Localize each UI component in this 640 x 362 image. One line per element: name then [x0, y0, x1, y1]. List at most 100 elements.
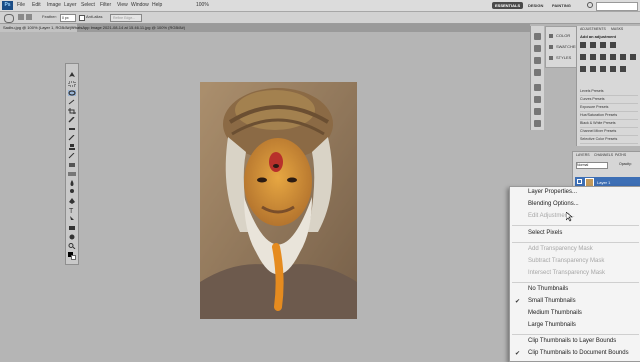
- menu-clip-thumbnails-document-bounds[interactable]: Clip Thumbnails to Document Bounds: [528, 350, 629, 356]
- hue-saturation-icon[interactable]: [590, 54, 596, 60]
- character-icon[interactable]: [534, 69, 541, 76]
- black-white-icon[interactable]: [610, 54, 616, 60]
- menu-small-thumbnails[interactable]: Small Thumbnails: [528, 298, 576, 304]
- refine-edge-button[interactable]: Refine Edge...: [110, 14, 142, 22]
- menu-blending-options[interactable]: Blending Options...: [528, 201, 579, 207]
- lasso-tool-icon[interactable]: [4, 14, 14, 23]
- marquee-tool-icon[interactable]: [68, 81, 76, 87]
- menu-window[interactable]: Window: [131, 2, 149, 8]
- feather-input[interactable]: 0 px: [60, 14, 76, 22]
- history-brush-tool-icon[interactable]: [68, 153, 76, 159]
- vibrance-icon[interactable]: [580, 54, 586, 60]
- tab-channels[interactable]: CHANNELS: [594, 153, 613, 157]
- dodge-tool-icon[interactable]: [68, 189, 76, 195]
- menu-select-pixels[interactable]: Select Pixels: [528, 230, 562, 236]
- shape-tool-icon[interactable]: [68, 225, 76, 231]
- clone-stamp-tool-icon[interactable]: [68, 144, 76, 150]
- eye-icon[interactable]: [577, 179, 582, 184]
- feather-label: Feather:: [42, 14, 57, 19]
- posterize-icon[interactable]: [590, 66, 596, 72]
- menu-help[interactable]: Help: [152, 2, 162, 8]
- selective-color-icon[interactable]: [620, 66, 626, 72]
- new-selection-icon[interactable]: [18, 14, 24, 20]
- document-image[interactable]: [200, 82, 357, 319]
- menu-edit[interactable]: Edit: [32, 2, 41, 8]
- doc-tab-sadhu[interactable]: Sadhu.jpg @ 100% (Layer 1, RGB/8#) *: [0, 24, 77, 32]
- preset-channel-mixer[interactable]: Channel Mixer Presets: [580, 128, 638, 136]
- color-tab[interactable]: COLOR: [556, 33, 570, 38]
- tab-paths[interactable]: PATHS: [615, 153, 626, 157]
- workspace-painting[interactable]: PAINTING: [549, 2, 574, 9]
- crop-tool-icon[interactable]: [68, 108, 76, 114]
- color-balance-icon[interactable]: [600, 54, 606, 60]
- path-selection-tool-icon[interactable]: [68, 216, 76, 222]
- menu-view[interactable]: View: [117, 2, 128, 8]
- pen-tool-icon[interactable]: [68, 198, 76, 204]
- tool-presets-icon[interactable]: [534, 120, 541, 127]
- menu-filter[interactable]: Filter: [100, 2, 111, 8]
- hand-tool-icon[interactable]: [68, 234, 76, 240]
- menu-file[interactable]: File: [17, 2, 25, 8]
- preset-selective-color[interactable]: Selective Color Presets: [580, 136, 638, 144]
- blend-mode-select[interactable]: Normal: [576, 162, 608, 169]
- menu-layer-properties[interactable]: Layer Properties...: [528, 189, 577, 195]
- menu-medium-thumbnails[interactable]: Medium Thumbnails: [528, 310, 582, 316]
- actions-icon[interactable]: [534, 45, 541, 52]
- channel-mixer-icon[interactable]: [630, 54, 636, 60]
- brightness-contrast-icon[interactable]: [580, 42, 586, 48]
- add-selection-icon[interactable]: [26, 14, 32, 20]
- type-tool-icon[interactable]: T: [68, 207, 76, 213]
- move-tool-icon[interactable]: [68, 72, 76, 78]
- tab-adjustments[interactable]: ADJUSTMENTS: [580, 27, 606, 31]
- swatches-tab[interactable]: SWATCHES: [556, 44, 578, 49]
- background-color-swatch[interactable]: [71, 255, 76, 260]
- search-icon[interactable]: [587, 2, 593, 8]
- layer-name[interactable]: Layer 1: [597, 180, 610, 185]
- invert-icon[interactable]: [580, 66, 586, 72]
- workspace-design[interactable]: DESIGN: [525, 2, 546, 9]
- tab-masks[interactable]: MASKS: [611, 27, 623, 31]
- menu-image[interactable]: Image: [47, 2, 61, 8]
- feather-value: 0 px: [62, 16, 69, 20]
- blur-tool-icon[interactable]: [68, 180, 76, 186]
- doc-tab-whatsapp[interactable]: WhatsApp Image 2021-08-14 at 15.46.11.jp…: [68, 24, 188, 32]
- color-swatches-panel: COLOR SWATCHES STYLES: [545, 26, 578, 68]
- preset-black-white[interactable]: Black & White Presets: [580, 120, 638, 128]
- photo-filter-icon[interactable]: [620, 54, 626, 60]
- styles-tab[interactable]: STYLES: [556, 55, 571, 60]
- info-icon[interactable]: [534, 84, 541, 91]
- adjustments-title: Add an adjustment: [580, 34, 617, 39]
- preset-exposure[interactable]: Exposure Presets: [580, 104, 638, 112]
- menu-subtract-transparency-mask: Subtract Transparency Mask: [528, 258, 605, 264]
- quick-select-tool-icon[interactable]: [68, 99, 76, 105]
- preset-hue-saturation[interactable]: Hue/Saturation Presets: [580, 112, 638, 120]
- gradient-map-icon[interactable]: [610, 66, 616, 72]
- menu-select[interactable]: Select: [81, 2, 95, 8]
- antialias-checkbox[interactable]: [79, 15, 85, 21]
- preset-levels[interactable]: Levels Presets: [580, 88, 638, 96]
- history-icon[interactable]: [534, 33, 541, 40]
- gradient-tool-icon[interactable]: [68, 171, 76, 177]
- healing-brush-tool-icon[interactable]: [68, 126, 76, 132]
- navigator-icon[interactable]: [534, 96, 541, 103]
- menu-layer[interactable]: Layer: [64, 2, 77, 8]
- zoom-tool-icon[interactable]: [68, 243, 76, 249]
- preset-curves[interactable]: Curves Presets: [580, 96, 638, 104]
- brush-tool-icon[interactable]: [68, 135, 76, 141]
- eraser-tool-icon[interactable]: [68, 162, 76, 168]
- eyedropper-tool-icon[interactable]: [68, 117, 76, 123]
- zoom-level[interactable]: 100%: [196, 2, 209, 8]
- menu-no-thumbnails[interactable]: No Thumbnails: [528, 286, 568, 292]
- threshold-icon[interactable]: [600, 66, 606, 72]
- exposure-icon[interactable]: [610, 42, 616, 48]
- levels-icon[interactable]: [590, 42, 596, 48]
- brush-panel-icon[interactable]: [534, 57, 541, 64]
- lasso-tool-icon[interactable]: [68, 90, 76, 96]
- curves-icon[interactable]: [600, 42, 606, 48]
- search-input[interactable]: [596, 2, 638, 11]
- menu-clip-thumbnails-layer-bounds[interactable]: Clip Thumbnails to Layer Bounds: [528, 338, 616, 344]
- histogram-icon[interactable]: [534, 108, 541, 115]
- workspace-essentials[interactable]: ESSENTIALS: [492, 2, 524, 9]
- tab-layers[interactable]: LAYERS: [576, 153, 590, 157]
- menu-large-thumbnails[interactable]: Large Thumbnails: [528, 322, 576, 328]
